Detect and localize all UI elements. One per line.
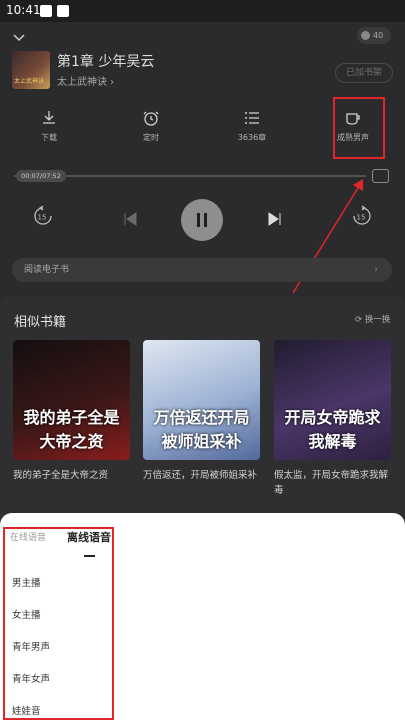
book-title: 我的弟子全是大帝之资 [13,470,109,481]
next-icon[interactable] [268,212,282,226]
similar-books-title: 相似书籍 [14,315,67,330]
book-card[interactable]: 开局女帝跪求我解毒 假太监，开局女帝跪求我解毒 [274,340,391,498]
pause-button[interactable] [181,199,223,241]
rewind-15-icon: 15 [34,205,52,225]
forward-15-icon: 15 [353,205,371,225]
forward-15-button[interactable]: 15 [351,205,373,231]
timer-icon [143,111,159,126]
book-name-link[interactable]: 太上武神诀 › [57,73,114,88]
book-cover: 万倍返还开局被师姐采补 [143,340,260,460]
status-time: 10:41 [6,3,41,17]
chevron-down-icon[interactable] [13,32,25,44]
chapter-title: 第1章 少年吴云 [57,54,155,70]
list-icon [245,112,259,124]
rewind-15-button[interactable]: 15 [32,205,54,231]
svg-text:15: 15 [357,214,366,222]
chevron-right-icon: › [374,265,378,275]
audiobook-player-screen: 10:41 40 太上武神诀 第1章 少年吴云 太上武神诀 › 已加书架 下载 … [0,0,405,720]
coin-badge[interactable]: 40 [357,27,391,44]
download-icon [43,111,55,124]
status-icon [40,5,52,17]
voice-button-highlight [333,97,385,159]
svg-text:15: 15 [38,214,47,222]
book-card[interactable]: 万倍返还开局被师姐采补 万倍返还，开局被师姐采补 [143,340,260,483]
chapter-list-button[interactable]: 3636章 [217,110,287,143]
progress-time-label[interactable]: 00:07/07:52 [16,170,66,182]
status-icon [57,5,69,17]
add-to-shelf-button[interactable]: 已加书架 [335,63,393,83]
voice-list-highlight [3,527,114,720]
pause-icon [197,213,207,227]
refresh-button[interactable]: ⟳ 换一换 [355,313,390,325]
timer-button[interactable]: 定时 [116,110,186,143]
previous-icon[interactable] [123,212,137,226]
book-title: 假太监，开局女帝跪求我解毒 [274,470,389,496]
book-cover: 开局女帝跪求我解毒 [274,340,391,460]
book-card[interactable]: 我的弟子全是大帝之资 我的弟子全是大帝之资 [13,340,130,483]
read-ebook-label: 阅读电子书 [24,265,70,275]
book-cover: 我的弟子全是大帝之资 [13,340,130,460]
book-cover-thumbnail[interactable]: 太上武神诀 [12,51,50,89]
read-ebook-bar[interactable]: 阅读电子书 › [12,258,392,282]
download-button[interactable]: 下载 [14,110,84,143]
book-title: 万倍返还，开局被师姐采补 [143,470,258,481]
